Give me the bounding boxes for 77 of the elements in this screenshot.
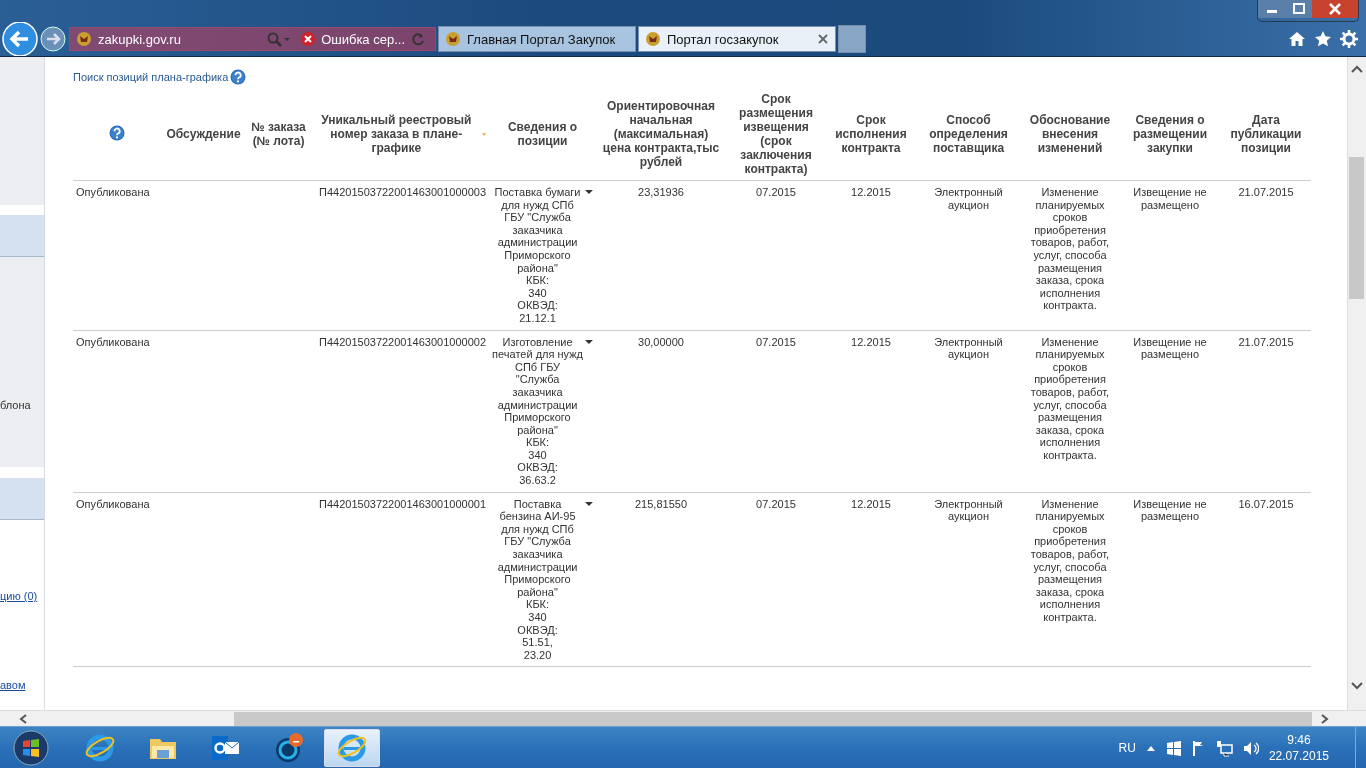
column-header[interactable]: Сведения о размещении закупки (1122, 113, 1218, 155)
column-header[interactable]: Уникальный реестровый номер заказа в плане-графике (314, 113, 479, 155)
back-button[interactable] (1, 22, 39, 56)
table-cell: 215,81550 (635, 497, 687, 510)
minimize-button[interactable] (1258, 0, 1286, 18)
sidebar-link[interactable]: цию (0) (0, 590, 44, 602)
table-cell: Опубликована (76, 335, 150, 348)
home-icon[interactable] (1288, 30, 1306, 48)
emblem-icon (645, 31, 661, 47)
language-indicator[interactable]: RU (1118, 741, 1136, 755)
column-header[interactable]: Способ определения поставщика (919, 113, 1018, 155)
address-bar[interactable]: zakupki.gov.ru Ошибка сер... (69, 27, 436, 51)
table-cell: 23,31936 (638, 186, 684, 198)
settings-icon[interactable] (1340, 30, 1358, 48)
expand-tray-icon[interactable] (1145, 744, 1156, 752)
table-cell: П44201503722001463001000002 (319, 335, 486, 348)
browser-tab[interactable]: Главная Портал Закупок (438, 26, 636, 52)
table-cell: 16.07.2015 (1238, 497, 1294, 510)
error-icon (301, 32, 316, 46)
table-cell: Изменение планируемых сроков приобретения товаров, работ, услуг, способа размещения заказа, срока исполнения контракта. (1030, 497, 1110, 623)
sidebar-text: блона (0, 399, 32, 411)
emblem-icon (76, 31, 92, 47)
dropdown-icon[interactable] (585, 339, 593, 344)
browser-tab[interactable]: Ошибка сер... (297, 26, 429, 52)
table-cell: Изготовление печатей для нужд СПб ГБУ "Служба заказчика администрации Приморского района" КБК: 340 ОКВЭД: 36.63.2 (492, 335, 584, 487)
emblem-icon (445, 31, 461, 47)
help-icon[interactable] (109, 124, 125, 141)
messenger-icon[interactable] (273, 732, 305, 764)
restore-button[interactable] (1286, 0, 1312, 18)
table-cell: Электронный аукцион (934, 335, 1003, 361)
close-button[interactable] (1312, 0, 1358, 18)
dropdown-icon[interactable] (585, 501, 593, 506)
close-tab-icon[interactable] (817, 33, 829, 45)
table-cell: Опубликована (76, 497, 150, 510)
column-header[interactable]: Сведения о позиции (492, 120, 593, 148)
table-cell: 07.2015 (756, 186, 796, 198)
table-cell: Изменение планируемых сроков приобретения товаров, работ, услуг, способа размещения заказа, срока исполнения контракта. (1030, 186, 1110, 312)
table-cell: Опубликована (76, 186, 150, 198)
table-cell: 21.07.2015 (1238, 335, 1294, 348)
clock-time[interactable]: 9:46 (1287, 732, 1311, 748)
table-cell: 21.07.2015 (1238, 186, 1294, 198)
internet-explorer-icon[interactable] (336, 732, 368, 764)
table-cell: Извещение не размещено (1133, 497, 1207, 523)
column-header[interactable]: Срок размещения извещения (срок заключения контракта) (729, 92, 823, 176)
network-icon[interactable] (1215, 739, 1233, 757)
clock-date[interactable]: 22.07.2015 (1268, 748, 1329, 764)
table-cell: 12.2015 (851, 497, 891, 510)
table-cell: 07.2015 (756, 335, 796, 348)
table-cell: П44201503722001463001000003 (319, 186, 486, 198)
table-cell: Электронный аукцион (934, 186, 1003, 211)
column-header[interactable]: № заказа (№ лота) (249, 120, 308, 148)
table-cell-text: Поставка бумаги для нужд СПб ГБУ "Служба заказчика администрации Приморского района" КБК: 340 ОКВЭД: 21.12.1 (493, 186, 582, 325)
browser-tab[interactable]: Портал госзакупок (638, 26, 836, 52)
dropdown-icon[interactable] (585, 190, 593, 194)
search-positions-link[interactable]: Поиск позиций плана-графика (73, 71, 229, 83)
table-cell: Электронный аукцион (934, 497, 1003, 523)
help-icon[interactable] (230, 69, 247, 85)
column-header[interactable]: Ориентировочная начальная (максимальная) цена контракта,тыс рублей (599, 99, 723, 169)
start-button[interactable] (13, 730, 49, 766)
table-cell: Извещение не размещено (1133, 335, 1207, 361)
url-text: zakupki.gov.ru (98, 31, 182, 47)
table-cell-text: Поставка бензина АИ-95 для нужд СПб ГБУ "Служба заказчика администрации Приморского района" КБК: 340 ОКВЭД: 51.51, 23.20 (496, 497, 579, 662)
column-header[interactable]: Дата публикации позиции (1224, 113, 1308, 155)
column-header[interactable]: Обоснование внесения изменений (1024, 113, 1116, 155)
table-cell: 12.2015 (851, 186, 891, 198)
table-cell: 30,00000 (638, 335, 684, 348)
table-cell: Извещение не размещено (1133, 186, 1207, 211)
table-cell: 12.2015 (851, 335, 891, 348)
column-header[interactable]: Срок исполнения контракта (829, 113, 913, 155)
table-cell: Изменение планируемых сроков приобретения товаров, работ, услуг, способа размещения заказа, срока исполнения контракта. (1030, 335, 1110, 461)
star-icon[interactable] (1314, 30, 1332, 48)
table-cell: П44201503722001463001000001 (319, 497, 486, 510)
windows-icon[interactable] (1165, 740, 1182, 756)
column-header[interactable]: Обсуждение (166, 127, 241, 141)
table-cell: 07.2015 (756, 497, 796, 510)
internet-explorer-icon[interactable] (84, 732, 116, 764)
sidebar-link[interactable]: авом (0, 679, 44, 691)
